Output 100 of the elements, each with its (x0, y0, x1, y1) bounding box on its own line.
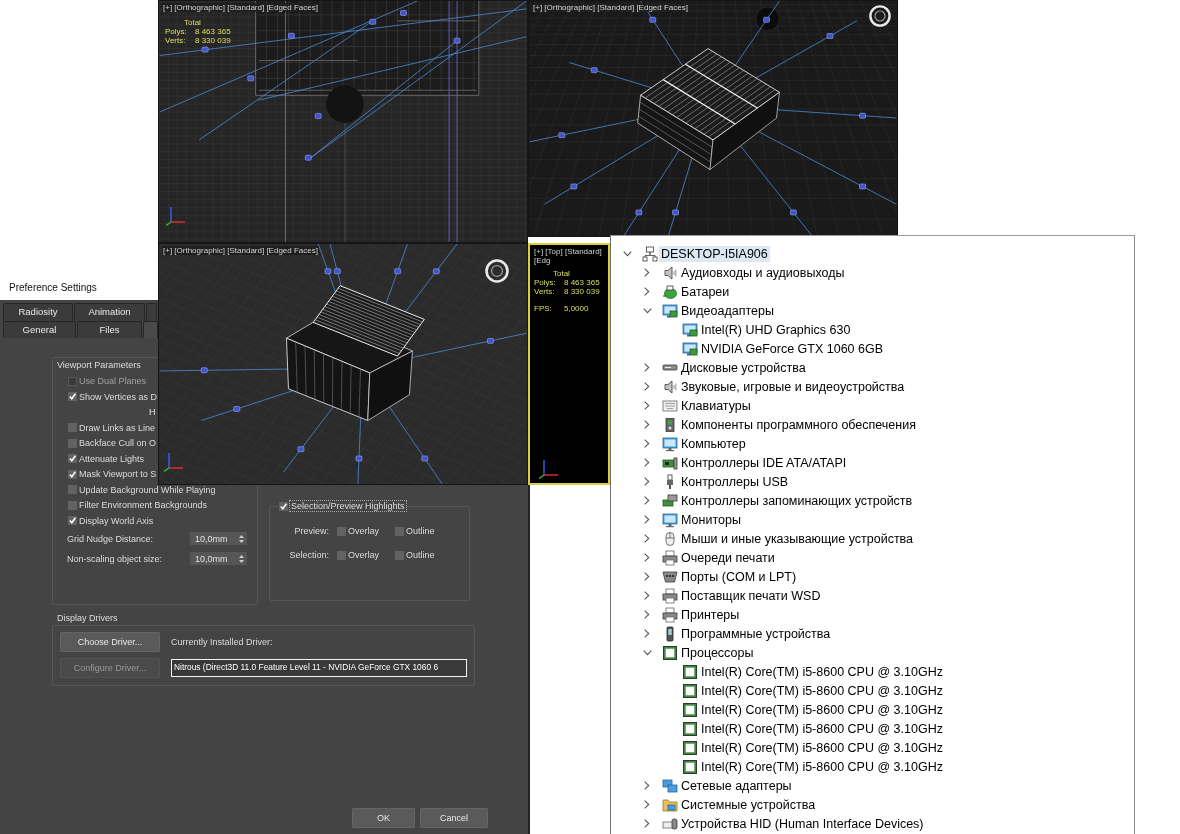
ring-icon[interactable] (485, 259, 509, 283)
tree-item[interactable]: Принтеры (679, 606, 742, 623)
driver-button[interactable]: Choose Driver... (60, 632, 160, 652)
tree-item[interactable]: Программные устройства (679, 625, 833, 642)
viewport-label[interactable]: [+] [Orthographic] [Standard] [Edged Faces] (162, 246, 319, 255)
viewport-label[interactable]: [+] [Orthographic] [Standard] [Edged Faces] (162, 3, 319, 12)
chevron-right-icon[interactable] (644, 458, 650, 467)
stats-value: 8 330 039 (564, 287, 600, 296)
viewport[interactable]: [+] [Orthographic] [Standard] [Edged Faces] Total Polys: 8 463 365 Verts: 8 330 039 (158, 0, 528, 243)
spinner-arrows-icon[interactable] (239, 554, 244, 563)
chevron-right-icon[interactable] (644, 515, 650, 524)
viewport[interactable]: [+] [Orthographic] [Standard] [Edged Faces] (158, 243, 528, 485)
chevron-right-icon[interactable] (644, 781, 650, 790)
monitor-icon (662, 435, 678, 452)
field-label: Non-scaling object size: (67, 553, 164, 564)
checkbox[interactable] (68, 438, 77, 448)
spinner-field[interactable]: 10,0mm (190, 532, 247, 545)
viewport-label[interactable]: [+] [Orthographic] [Standard] [Edged Faces] (532, 3, 689, 12)
chevron-right-icon[interactable] (644, 800, 650, 809)
chevron-right-icon[interactable] (644, 287, 650, 296)
tree-item[interactable]: Контроллеры IDE ATA/ATAPI (679, 454, 849, 471)
spinner-arrows-icon[interactable] (239, 534, 244, 543)
viewport[interactable]: [+] [Orthographic] [Standard] [Edged Faces] (528, 0, 898, 237)
tree-item[interactable]: Мыши и иные указывающие устройства (679, 530, 916, 547)
window-title: Preference Settings (0, 275, 158, 300)
tree-item[interactable]: Intel(R) Core(TM) i5-8600 CPU @ 3.10GHz (699, 720, 945, 737)
tree-item[interactable]: Звуковые, игровые и видеоустройства (679, 378, 907, 395)
chevron-right-icon[interactable] (644, 629, 650, 638)
checkbox[interactable] (395, 550, 404, 560)
chevron-right-icon[interactable] (644, 591, 650, 600)
chevron-right-icon[interactable] (644, 268, 650, 277)
tree-item[interactable]: Устройства HID (Human Interface Devices) (679, 815, 926, 832)
tree-item[interactable]: Intel(R) UHD Graphics 630 (699, 321, 853, 338)
cancel-button[interactable]: Cancel (420, 808, 488, 828)
tree-item[interactable]: Очереди печати (679, 549, 777, 566)
mouse-icon (662, 530, 678, 547)
chevron-right-icon[interactable] (644, 819, 650, 828)
chevron-right-icon[interactable] (644, 572, 650, 581)
checkbox-label: Overlay (348, 526, 379, 536)
chevron-right-icon[interactable] (644, 477, 650, 486)
field-label: Preview: (293, 526, 329, 536)
tree-item[interactable]: Контроллеры запоминающих устройств (679, 492, 915, 509)
stats-label: Polys: (534, 278, 557, 287)
chevron-right-icon[interactable] (644, 401, 650, 410)
checkbox[interactable] (337, 550, 346, 560)
chevron-down-icon[interactable] (642, 649, 652, 656)
tree-item[interactable]: Клавиатуры (679, 397, 753, 414)
checkbox[interactable] (68, 423, 77, 433)
checkbox[interactable] (395, 526, 404, 536)
tree-item[interactable]: Видеоадаптеры (679, 302, 776, 319)
checkbox[interactable] (68, 500, 77, 510)
ok-button[interactable]: OK (352, 808, 415, 828)
ring-icon[interactable] (869, 5, 891, 27)
tree-item[interactable]: Intel(R) Core(TM) i5-8600 CPU @ 3.10GHz (699, 758, 945, 775)
chevron-right-icon[interactable] (644, 553, 650, 562)
chevron-right-icon[interactable] (644, 439, 650, 448)
tree-item[interactable]: NVIDIA GeForce GTX 1060 6GB (699, 340, 886, 357)
display-card-icon (662, 302, 678, 319)
tab[interactable]: Files (77, 321, 142, 338)
viewport[interactable]: [+] [Top] [Standard] [Edg Total Polys: 8 463 365 Verts: 8 330 039 FPS: 5,0000 (528, 243, 610, 485)
tab[interactable]: Radiosity (3, 303, 73, 321)
chevron-right-icon[interactable] (644, 610, 650, 619)
chevron-down-icon[interactable] (642, 307, 652, 314)
tree-item[interactable]: Процессоры (679, 644, 756, 661)
chevron-right-icon[interactable] (644, 363, 650, 372)
chevron-right-icon[interactable] (644, 420, 650, 429)
checkbox[interactable] (337, 526, 346, 536)
chevron-down-icon[interactable] (622, 250, 632, 257)
tree-item[interactable]: Системные устройства (679, 796, 818, 813)
tab[interactable]: General (3, 321, 76, 338)
component-icon (662, 416, 678, 433)
driver-field[interactable]: Nitrous (Direct3D 11.0 Feature Level 11 - NVIDIA GeForce GTX 1060 6 (171, 659, 467, 677)
tree-item[interactable]: Компьютер (679, 435, 748, 452)
system-folder-icon (662, 796, 678, 813)
tree-item[interactable]: DESKTOP-I5IA906 (659, 245, 770, 262)
tree-item[interactable]: Intel(R) Core(TM) i5-8600 CPU @ 3.10GHz (699, 682, 945, 699)
tab[interactable]: Animation (74, 303, 145, 321)
tree-item[interactable]: Мониторы (679, 511, 743, 528)
field-label: Selection: (288, 550, 329, 560)
tree-item[interactable]: Компоненты программного обеспечения (679, 416, 918, 433)
spinner-field[interactable]: 10,0mm (190, 552, 247, 565)
tree-item[interactable]: Батареи (679, 283, 732, 300)
checkbox[interactable] (68, 485, 77, 495)
tree-item[interactable]: Сетевые адаптеры (679, 777, 794, 794)
stats-value: 8 330 039 (195, 36, 231, 45)
tree-item[interactable]: Intel(R) Core(TM) i5-8600 CPU @ 3.10GHz (699, 739, 945, 756)
checkbox-label: Selection/Preview Highlights (290, 501, 406, 511)
checkbox-label: Display World Axis (79, 515, 154, 526)
chevron-right-icon[interactable] (644, 382, 650, 391)
tree-item[interactable]: Дисковые устройства (679, 359, 808, 376)
tree-item[interactable]: Аудиовходы и аудиовыходы (679, 264, 847, 281)
tree-item[interactable]: Intel(R) Core(TM) i5-8600 CPU @ 3.10GHz (699, 663, 945, 680)
tree-item[interactable]: Порты (COM и LPT) (679, 568, 799, 585)
checkbox-label: Outline (406, 550, 435, 560)
tree-item[interactable]: Intel(R) Core(TM) i5-8600 CPU @ 3.10GHz (699, 701, 945, 718)
chevron-right-icon[interactable] (644, 496, 650, 505)
chevron-right-icon[interactable] (644, 534, 650, 543)
tree-item[interactable]: Поставщик печати WSD (679, 587, 823, 604)
tree-item[interactable]: Контроллеры USB (679, 473, 791, 490)
stats-label: FPS: (534, 304, 553, 313)
